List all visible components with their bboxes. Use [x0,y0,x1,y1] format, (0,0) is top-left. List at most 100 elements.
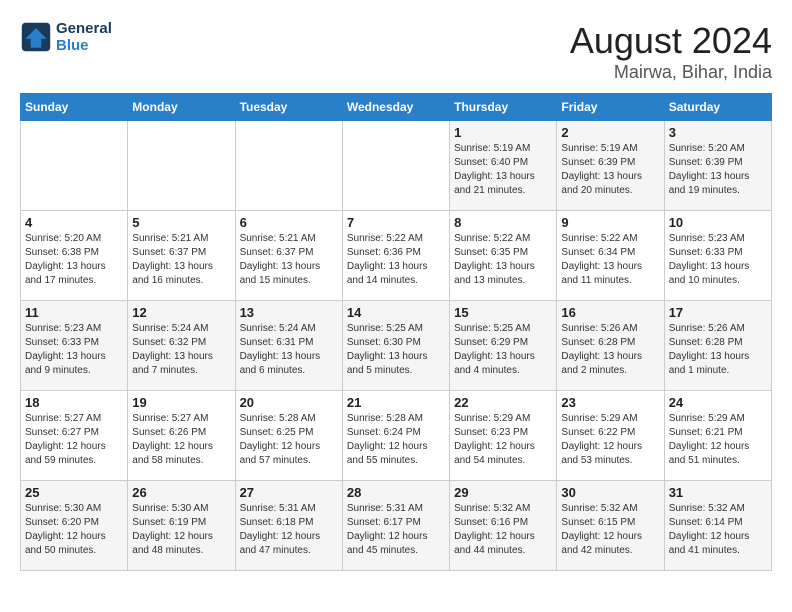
day-number: 10 [669,215,767,230]
main-title: August 2024 [570,20,772,62]
day-info: Sunrise: 5:29 AM Sunset: 6:22 PM Dayligh… [561,412,659,468]
day-number: 3 [669,125,767,140]
day-header-friday: Friday [557,94,664,121]
day-info: Sunrise: 5:21 AM Sunset: 6:37 PM Dayligh… [240,232,338,288]
calendar-cell: 13 Sunrise: 5:24 AM Sunset: 6:31 PM Dayli… [235,301,342,391]
calendar-table: SundayMondayTuesdayWednesdayThursdayFrid… [20,93,772,571]
calendar-cell: 28 Sunrise: 5:31 AM Sunset: 6:17 PM Dayli… [342,481,449,571]
day-info: Sunrise: 5:25 AM Sunset: 6:29 PM Dayligh… [454,322,552,378]
calendar-cell: 11 Sunrise: 5:23 AM Sunset: 6:33 PM Dayli… [21,301,128,391]
week-row: 18 Sunrise: 5:27 AM Sunset: 6:27 PM Dayli… [21,391,772,481]
page-header: General Blue August 2024 Mairwa, Bihar, … [20,20,772,83]
calendar-cell: 19 Sunrise: 5:27 AM Sunset: 6:26 PM Dayli… [128,391,235,481]
calendar-cell: 9 Sunrise: 5:22 AM Sunset: 6:34 PM Daylig… [557,211,664,301]
day-number: 14 [347,305,445,320]
header-row: SundayMondayTuesdayWednesdayThursdayFrid… [21,94,772,121]
day-number: 11 [25,305,123,320]
day-info: Sunrise: 5:19 AM Sunset: 6:40 PM Dayligh… [454,142,552,198]
calendar-cell [128,121,235,211]
day-number: 15 [454,305,552,320]
day-info: Sunrise: 5:32 AM Sunset: 6:16 PM Dayligh… [454,502,552,558]
day-number: 6 [240,215,338,230]
calendar-cell: 17 Sunrise: 5:26 AM Sunset: 6:28 PM Dayli… [664,301,771,391]
day-number: 2 [561,125,659,140]
day-header-tuesday: Tuesday [235,94,342,121]
calendar-cell: 3 Sunrise: 5:20 AM Sunset: 6:39 PM Daylig… [664,121,771,211]
calendar-cell: 2Sunrise: 5:19 AM Sunset: 6:39 PM Daylig… [557,121,664,211]
day-number: 8 [454,215,552,230]
calendar-cell: 8 Sunrise: 5:22 AM Sunset: 6:35 PM Daylig… [450,211,557,301]
day-number: 16 [561,305,659,320]
day-number: 31 [669,485,767,500]
day-info: Sunrise: 5:24 AM Sunset: 6:32 PM Dayligh… [132,322,230,378]
calendar-body: 1Sunrise: 5:19 AM Sunset: 6:40 PM Daylig… [21,121,772,571]
day-number: 19 [132,395,230,410]
day-number: 23 [561,395,659,410]
calendar-cell: 7Sunrise: 5:22 AM Sunset: 6:36 PM Daylig… [342,211,449,301]
calendar-cell: 24 Sunrise: 5:29 AM Sunset: 6:21 PM Dayli… [664,391,771,481]
day-number: 20 [240,395,338,410]
day-number: 21 [347,395,445,410]
sub-title: Mairwa, Bihar, India [570,62,772,83]
day-number: 18 [25,395,123,410]
day-info: Sunrise: 5:23 AM Sunset: 6:33 PM Dayligh… [25,322,123,378]
day-info: Sunrise: 5:23 AM Sunset: 6:33 PM Dayligh… [669,232,767,288]
day-info: Sunrise: 5:29 AM Sunset: 6:23 PM Dayligh… [454,412,552,468]
calendar-cell: 20Sunrise: 5:28 AM Sunset: 6:25 PM Dayli… [235,391,342,481]
day-number: 27 [240,485,338,500]
calendar-cell: 30 Sunrise: 5:32 AM Sunset: 6:15 PM Dayli… [557,481,664,571]
day-info: Sunrise: 5:25 AM Sunset: 6:30 PM Dayligh… [347,322,445,378]
day-header-saturday: Saturday [664,94,771,121]
calendar-cell [342,121,449,211]
day-info: Sunrise: 5:32 AM Sunset: 6:14 PM Dayligh… [669,502,767,558]
calendar-cell: 29 Sunrise: 5:32 AM Sunset: 6:16 PM Dayli… [450,481,557,571]
day-number: 22 [454,395,552,410]
calendar-cell: 31 Sunrise: 5:32 AM Sunset: 6:14 PM Dayli… [664,481,771,571]
calendar-cell: 18 Sunrise: 5:27 AM Sunset: 6:27 PM Dayli… [21,391,128,481]
calendar-cell: 25 Sunrise: 5:30 AM Sunset: 6:20 PM Dayli… [21,481,128,571]
calendar-cell: 6 Sunrise: 5:21 AM Sunset: 6:37 PM Daylig… [235,211,342,301]
day-header-sunday: Sunday [21,94,128,121]
week-row: 25 Sunrise: 5:30 AM Sunset: 6:20 PM Dayli… [21,481,772,571]
day-info: Sunrise: 5:22 AM Sunset: 6:34 PM Dayligh… [561,232,659,288]
day-number: 5 [132,215,230,230]
calendar-cell: 12Sunrise: 5:24 AM Sunset: 6:32 PM Dayli… [128,301,235,391]
day-number: 4 [25,215,123,230]
day-info: Sunrise: 5:26 AM Sunset: 6:28 PM Dayligh… [669,322,767,378]
day-number: 17 [669,305,767,320]
day-info: Sunrise: 5:26 AM Sunset: 6:28 PM Dayligh… [561,322,659,378]
day-header-thursday: Thursday [450,94,557,121]
calendar-cell: 16 Sunrise: 5:26 AM Sunset: 6:28 PM Dayli… [557,301,664,391]
calendar-cell [235,121,342,211]
day-info: Sunrise: 5:20 AM Sunset: 6:38 PM Dayligh… [25,232,123,288]
calendar-cell: 15 Sunrise: 5:25 AM Sunset: 6:29 PM Dayli… [450,301,557,391]
calendar-cell: 5Sunrise: 5:21 AM Sunset: 6:37 PM Daylig… [128,211,235,301]
calendar-cell: 22 Sunrise: 5:29 AM Sunset: 6:23 PM Dayli… [450,391,557,481]
day-info: Sunrise: 5:27 AM Sunset: 6:27 PM Dayligh… [25,412,123,468]
calendar-cell: 26 Sunrise: 5:30 AM Sunset: 6:19 PM Dayli… [128,481,235,571]
calendar-cell: 4 Sunrise: 5:20 AM Sunset: 6:38 PM Daylig… [21,211,128,301]
calendar-cell: 27 Sunrise: 5:31 AM Sunset: 6:18 PM Dayli… [235,481,342,571]
day-info: Sunrise: 5:28 AM Sunset: 6:24 PM Dayligh… [347,412,445,468]
week-row: 1Sunrise: 5:19 AM Sunset: 6:40 PM Daylig… [21,121,772,211]
day-info: Sunrise: 5:29 AM Sunset: 6:21 PM Dayligh… [669,412,767,468]
day-number: 28 [347,485,445,500]
day-number: 26 [132,485,230,500]
day-number: 9 [561,215,659,230]
day-info: Sunrise: 5:31 AM Sunset: 6:18 PM Dayligh… [240,502,338,558]
day-number: 29 [454,485,552,500]
day-number: 30 [561,485,659,500]
day-info: Sunrise: 5:31 AM Sunset: 6:17 PM Dayligh… [347,502,445,558]
day-info: Sunrise: 5:22 AM Sunset: 6:35 PM Dayligh… [454,232,552,288]
day-header-monday: Monday [128,94,235,121]
day-info: Sunrise: 5:30 AM Sunset: 6:19 PM Dayligh… [132,502,230,558]
day-info: Sunrise: 5:30 AM Sunset: 6:20 PM Dayligh… [25,502,123,558]
day-info: Sunrise: 5:24 AM Sunset: 6:31 PM Dayligh… [240,322,338,378]
day-info: Sunrise: 5:32 AM Sunset: 6:15 PM Dayligh… [561,502,659,558]
day-number: 24 [669,395,767,410]
week-row: 4 Sunrise: 5:20 AM Sunset: 6:38 PM Daylig… [21,211,772,301]
day-info: Sunrise: 5:27 AM Sunset: 6:26 PM Dayligh… [132,412,230,468]
day-number: 25 [25,485,123,500]
day-info: Sunrise: 5:20 AM Sunset: 6:39 PM Dayligh… [669,142,767,198]
day-number: 13 [240,305,338,320]
